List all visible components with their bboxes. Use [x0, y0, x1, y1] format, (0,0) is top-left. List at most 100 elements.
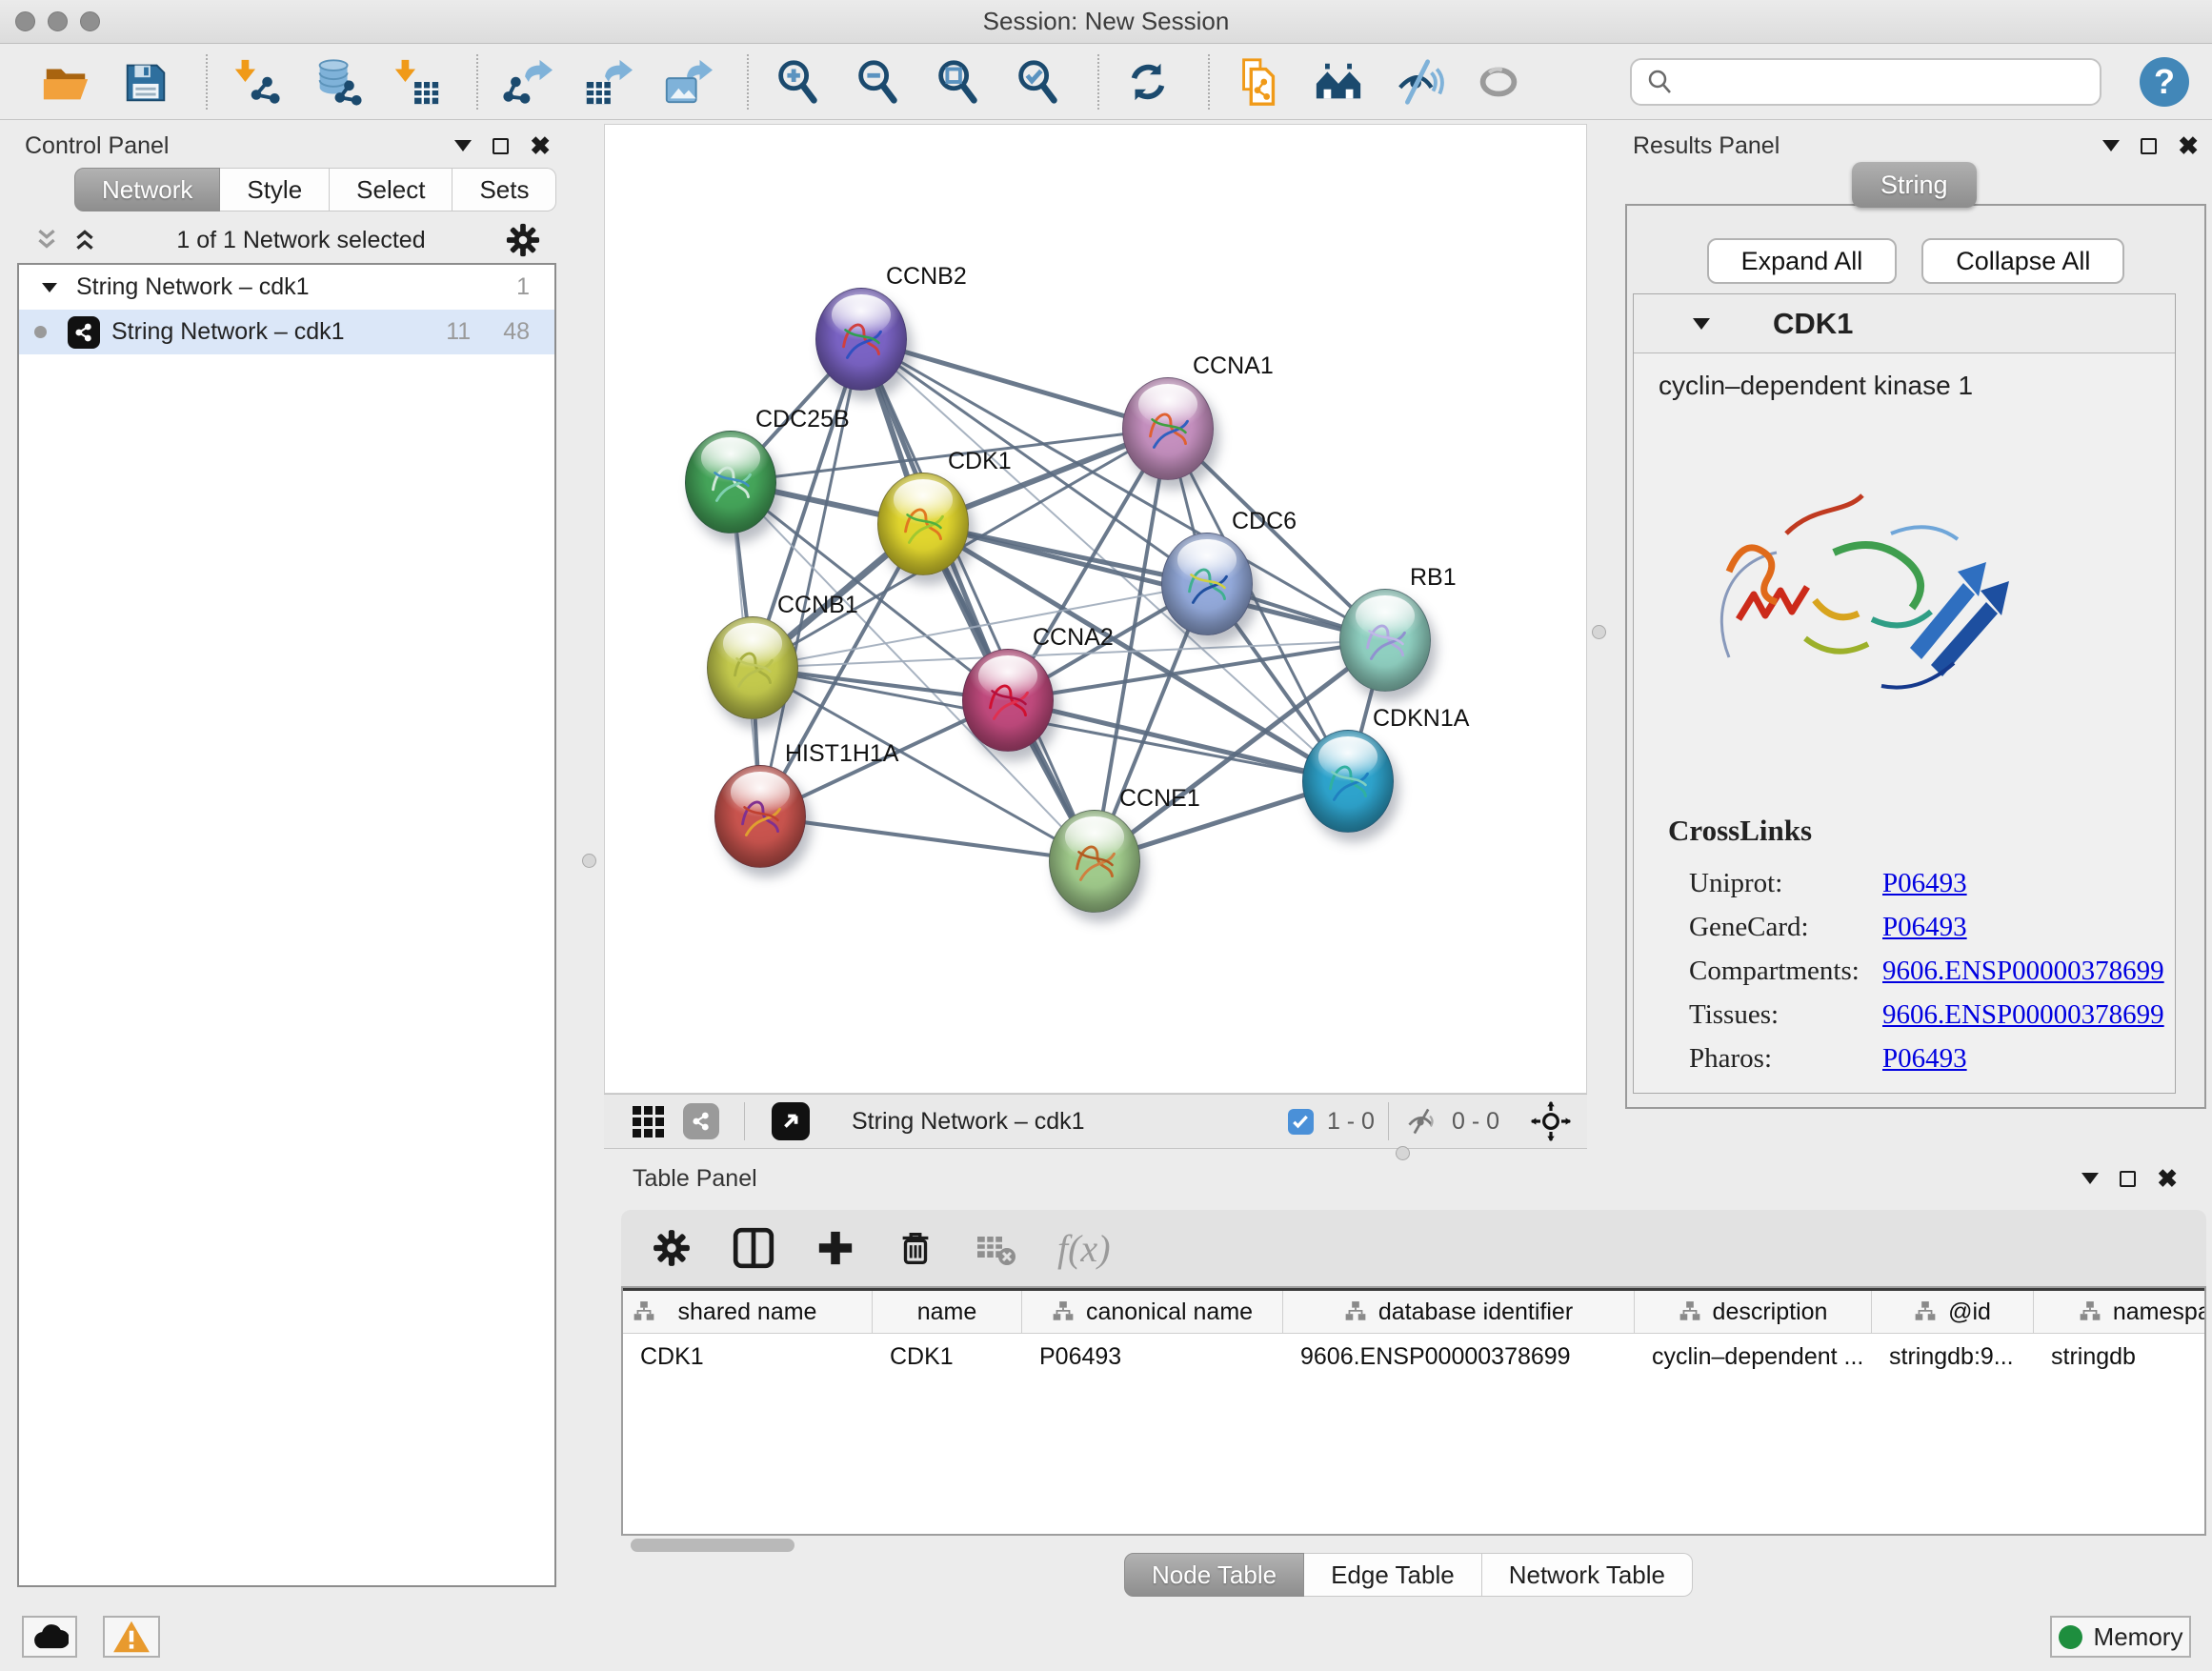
- collapse-all-button[interactable]: Collapse All: [1921, 238, 2124, 284]
- panel-close-icon[interactable]: ✖: [2178, 133, 2199, 158]
- network-collection-row[interactable]: String Network – cdk1 1: [19, 265, 554, 310]
- column-header-@id[interactable]: @id: [1872, 1291, 2034, 1333]
- selected-checkbox-icon[interactable]: [1288, 1109, 1314, 1135]
- gear-icon[interactable]: [505, 222, 541, 258]
- network-node-CCNB1[interactable]: [707, 616, 798, 719]
- table-cell[interactable]: stringdb:9...: [1872, 1334, 2034, 1379]
- column-header-description[interactable]: description: [1635, 1291, 1872, 1333]
- network-node-CDC25B[interactable]: [685, 431, 776, 534]
- left-splitter-handle[interactable]: [582, 854, 596, 868]
- panel-menu-icon[interactable]: [2081, 1173, 2099, 1184]
- delete-table-icon[interactable]: [975, 1227, 1017, 1269]
- cloud-status-button[interactable]: [22, 1616, 77, 1658]
- tab-select[interactable]: Select: [330, 168, 452, 211]
- panel-menu-icon[interactable]: [454, 140, 472, 151]
- open-session-icon[interactable]: [38, 54, 93, 110]
- gene-card-header[interactable]: CDK1: [1634, 294, 2175, 353]
- zoom-out-icon[interactable]: [850, 54, 905, 110]
- birds-eye-view-icon[interactable]: [772, 1102, 810, 1140]
- panel-menu-icon[interactable]: [2102, 140, 2120, 151]
- network-node-RB1[interactable]: [1339, 589, 1431, 692]
- crosslink-link[interactable]: P06493: [1882, 1043, 1967, 1075]
- scrollbar-thumb[interactable]: [631, 1539, 794, 1552]
- expand-all-button[interactable]: Expand All: [1707, 238, 1898, 284]
- export-network-icon[interactable]: [499, 54, 554, 110]
- clone-network-icon[interactable]: [1231, 54, 1286, 110]
- network-node-CDC6[interactable]: [1161, 533, 1253, 635]
- column-header-name[interactable]: name: [873, 1291, 1022, 1333]
- network-row-selected[interactable]: String Network – cdk1 11 48: [19, 310, 554, 354]
- node-label-CDC25B: CDC25B: [755, 406, 850, 433]
- zoom-selected-icon[interactable]: [1010, 54, 1065, 110]
- table-cell[interactable]: P06493: [1022, 1334, 1283, 1379]
- search-input[interactable]: [1674, 68, 2100, 97]
- import-table-file-icon[interactable]: [389, 54, 444, 110]
- zoom-fit-icon[interactable]: [930, 54, 985, 110]
- collapse-section-icon[interactable]: [1693, 318, 1710, 330]
- column-header-canonical-name[interactable]: canonical name: [1022, 1291, 1283, 1333]
- crosslink-link[interactable]: P06493: [1882, 912, 1967, 943]
- expand-all-icon[interactable]: [72, 228, 97, 252]
- crosslink-link[interactable]: P06493: [1882, 868, 1967, 899]
- network-node-CCNA2[interactable]: [962, 649, 1054, 752]
- delete-column-trash-icon[interactable]: [895, 1228, 935, 1268]
- collapse-all-icon[interactable]: [34, 228, 59, 252]
- column-header-database-identifier[interactable]: database identifier: [1283, 1291, 1635, 1333]
- table-cell[interactable]: CDK1: [623, 1334, 873, 1379]
- fit-content-crosshair-icon[interactable]: [1530, 1100, 1572, 1142]
- table-options-gear-icon[interactable]: [652, 1228, 692, 1268]
- tab-edge-table[interactable]: Edge Table: [1304, 1553, 1482, 1597]
- grid-view-icon[interactable]: [633, 1106, 664, 1137]
- table-cell[interactable]: CDK1: [873, 1334, 1022, 1379]
- tab-style[interactable]: Style: [220, 168, 330, 211]
- hide-panel-eye-icon[interactable]: [1391, 54, 1446, 110]
- table-row[interactable]: CDK1CDK1P064939606.ENSP00000378699cyclin…: [623, 1334, 2204, 1379]
- export-image-icon[interactable]: [659, 54, 714, 110]
- tab-sets[interactable]: Sets: [452, 168, 556, 211]
- home-icon[interactable]: [1311, 54, 1366, 110]
- table-cell[interactable]: 9606.ENSP00000378699: [1283, 1334, 1635, 1379]
- crosslink-link[interactable]: 9606.ENSP00000378699: [1882, 956, 2164, 987]
- panel-float-icon[interactable]: [2120, 1171, 2136, 1187]
- save-session-icon[interactable]: [118, 54, 173, 110]
- network-node-CCNE1[interactable]: [1049, 810, 1140, 913]
- network-node-CDKN1A[interactable]: [1302, 730, 1394, 833]
- column-header-shared-name[interactable]: shared name: [623, 1291, 873, 1333]
- network-node-CCNB2[interactable]: [815, 288, 907, 391]
- help-icon[interactable]: ?: [2140, 57, 2189, 107]
- warnings-button[interactable]: [103, 1616, 160, 1658]
- import-network-file-icon[interactable]: [229, 54, 284, 110]
- table-cell[interactable]: stringdb: [2034, 1334, 2206, 1379]
- search-field[interactable]: [1630, 58, 2101, 106]
- bottom-splitter-handle[interactable]: [1396, 1146, 1410, 1160]
- import-network-database-icon[interactable]: [309, 54, 364, 110]
- show-columns-icon[interactable]: [732, 1226, 775, 1270]
- network-overview-icon[interactable]: [683, 1103, 719, 1139]
- panel-float-icon[interactable]: [493, 138, 509, 154]
- memory-button[interactable]: Memory: [2050, 1616, 2191, 1658]
- crosslink-link[interactable]: 9606.ENSP00000378699: [1882, 999, 2164, 1031]
- export-table-icon[interactable]: [579, 54, 634, 110]
- network-node-CDK1[interactable]: [877, 473, 969, 575]
- panel-close-icon[interactable]: ✖: [2157, 1166, 2178, 1191]
- network-node-HIST1H1A[interactable]: [714, 765, 806, 868]
- tab-string[interactable]: String: [1852, 162, 1977, 208]
- panel-float-icon[interactable]: [2141, 138, 2157, 154]
- eye-icon[interactable]: [1471, 54, 1526, 110]
- tree-expand-icon[interactable]: [42, 283, 57, 292]
- right-splitter-handle[interactable]: [1592, 625, 1606, 639]
- zoom-in-icon[interactable]: [770, 54, 825, 110]
- refresh-icon[interactable]: [1120, 54, 1176, 110]
- column-header-namespace[interactable]: namespace: [2034, 1291, 2206, 1333]
- network-canvas[interactable]: CCNB2 CCNA1 CDC25B CDK1 CDC6 RB1 CCNB1 C…: [604, 124, 1587, 1094]
- add-column-plus-icon[interactable]: [815, 1228, 855, 1268]
- tab-node-table[interactable]: Node Table: [1124, 1553, 1304, 1597]
- function-builder-icon[interactable]: f(x): [1057, 1226, 1111, 1271]
- toolbar-separator: [1208, 54, 1210, 110]
- horizontal-scrollbar[interactable]: [621, 1536, 2206, 1555]
- tab-network-table[interactable]: Network Table: [1482, 1553, 1693, 1597]
- table-cell[interactable]: cyclin–dependent ...: [1635, 1334, 1872, 1379]
- tab-network[interactable]: Network: [74, 168, 220, 211]
- network-node-CCNA1[interactable]: [1122, 377, 1214, 480]
- panel-close-icon[interactable]: ✖: [530, 133, 551, 158]
